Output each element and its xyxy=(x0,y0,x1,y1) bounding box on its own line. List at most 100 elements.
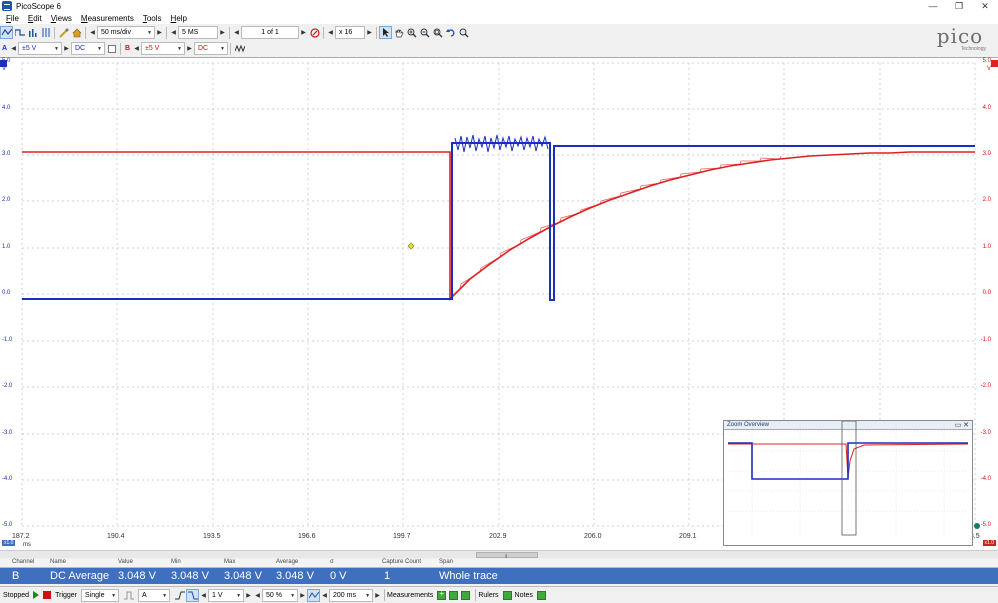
close-button[interactable]: ✕ xyxy=(972,0,998,12)
channel-a-coupling-value: DC xyxy=(75,45,86,52)
falling-edge-icon[interactable] xyxy=(186,588,200,602)
header-max: Max xyxy=(224,559,236,565)
zoom-field[interactable]: x 16 xyxy=(335,26,365,39)
y-right-tick-label: -1.0 xyxy=(980,337,991,343)
probe-icon[interactable] xyxy=(57,26,70,39)
trigger-source-select[interactable]: A ▼ xyxy=(138,588,171,602)
channel-b-range-decrease-icon[interactable]: ◀ xyxy=(132,42,141,55)
trigger-mode-select[interactable]: Single ▼ xyxy=(81,588,120,602)
hand-tool-icon[interactable] xyxy=(392,26,405,39)
channel-a-range-decrease-icon[interactable]: ◀ xyxy=(9,42,18,55)
scrollbar-thumb[interactable]: ⦀ xyxy=(476,552,538,560)
channel-b-coupling-select[interactable]: DC ▼ xyxy=(194,42,228,55)
rising-edge-icon[interactable] xyxy=(173,589,186,602)
y-tick-label: 0.0 xyxy=(2,290,11,296)
channel-a-coupling-select[interactable]: DC ▼ xyxy=(71,42,105,55)
delay-select[interactable]: 200 ms ▼ xyxy=(329,588,374,602)
channel-b-range-select[interactable]: ±5 V ▼ xyxy=(141,42,185,55)
scope-mode-icon[interactable] xyxy=(0,26,13,39)
timebase-decrease-icon[interactable]: ◀ xyxy=(88,26,97,39)
pretrigger-select[interactable]: 50 % ▼ xyxy=(262,588,299,602)
y-right-tick-label: -3.0 xyxy=(980,430,991,436)
delay-increase-icon[interactable]: ▶ xyxy=(373,589,382,602)
zoom-decrease-icon[interactable]: ◀ xyxy=(326,26,335,39)
zoom-overview-icon[interactable] xyxy=(457,26,470,39)
channel-toolbar: A ◀ ±5 V ▼ ▶ DC ▼ B ◀ ±5 V ▼ ▶ DC ▼ xyxy=(0,41,246,56)
threshold-select[interactable]: 1 V ▼ xyxy=(208,588,245,602)
menu-edit[interactable]: Edit xyxy=(28,14,42,23)
zoom-in-icon[interactable] xyxy=(405,26,418,39)
zoom-increase-icon[interactable]: ▶ xyxy=(365,26,374,39)
delete-measurement-icon[interactable] xyxy=(461,590,471,600)
capture-next-icon[interactable]: ▶ xyxy=(299,26,308,39)
header-capture-count: Capture Count xyxy=(382,559,422,565)
channel-b-range-increase-icon[interactable]: ▶ xyxy=(185,42,194,55)
post-trigger-delay-icon[interactable] xyxy=(307,588,321,602)
zoom-overview-plot[interactable] xyxy=(724,421,972,536)
buffer-navigator-icon[interactable] xyxy=(308,26,321,39)
threshold-increase-icon[interactable]: ▶ xyxy=(244,589,253,602)
chevron-down-icon: ▼ xyxy=(236,592,242,599)
channel-a-label[interactable]: A xyxy=(0,42,9,55)
capture-index-field[interactable]: 1 of 1 xyxy=(241,26,299,39)
y-tick-label: 4.0 xyxy=(2,105,11,111)
menu-help[interactable]: Help xyxy=(171,14,187,23)
pretrigger-decrease-icon[interactable]: ◀ xyxy=(253,589,262,602)
stop-icon[interactable] xyxy=(43,591,52,599)
pretrigger-increase-icon[interactable]: ▶ xyxy=(298,589,307,602)
maximize-button[interactable]: ❐ xyxy=(946,0,972,12)
add-measurement-icon[interactable] xyxy=(437,589,447,600)
math-channel-icon[interactable] xyxy=(233,42,246,55)
toolbar-separator xyxy=(85,26,86,39)
delay-decrease-icon[interactable]: ◀ xyxy=(320,589,329,602)
zoom-overview-panel[interactable]: Zoom Overview ▭ ✕ xyxy=(723,420,973,546)
minimize-button[interactable]: — xyxy=(920,0,946,12)
scope-view[interactable]: 5.0 V 4.0 3.0 2.0 1.0 0.0 -1.0 -2.0 -3.0… xyxy=(0,57,998,550)
channel-a-range-select[interactable]: ±5 V ▼ xyxy=(18,42,62,55)
menu-measurements[interactable]: Measurements xyxy=(81,14,134,23)
chevron-down-icon: ▼ xyxy=(365,592,371,599)
toolbar-separator xyxy=(54,26,55,39)
undo-zoom-icon[interactable] xyxy=(444,26,457,39)
timebase-select[interactable]: 50 ms/div ▼ xyxy=(97,26,155,39)
serial-decode-icon[interactable] xyxy=(39,26,52,39)
edit-measurement-icon[interactable] xyxy=(449,590,459,600)
x-unit-label: ms xyxy=(23,542,31,548)
zoom-window-rect[interactable] xyxy=(841,421,857,536)
channel-b-label[interactable]: B xyxy=(123,42,132,55)
samples-field[interactable]: 5 MS xyxy=(178,26,218,39)
x-scale-badge-right[interactable]: x1.0 xyxy=(982,540,996,546)
rulers-settings-icon[interactable] xyxy=(502,590,512,600)
cell-max: 3.048 V xyxy=(224,570,262,582)
table-row[interactable]: B DC Average 3.048 V 3.048 V 3.048 V 3.0… xyxy=(0,568,998,584)
status-bar: Stopped Trigger Single ▼ A ▼ ◀ 1 V ▼ ▶ ◀… xyxy=(0,586,998,603)
x-scale-badge[interactable]: x1.0 xyxy=(2,540,16,546)
axis-handle-icon[interactable] xyxy=(974,523,980,529)
horizontal-scrollbar[interactable]: ⦀ xyxy=(0,550,998,560)
zoom-fit-icon[interactable] xyxy=(431,26,444,39)
start-icon[interactable] xyxy=(33,591,40,599)
channel-b-axis-marker[interactable] xyxy=(991,60,998,67)
header-span: Span xyxy=(439,559,454,565)
pointer-tool-icon[interactable] xyxy=(379,26,392,39)
advanced-trigger-icon[interactable] xyxy=(122,589,135,602)
capture-previous-icon[interactable]: ◀ xyxy=(232,26,241,39)
timebase-increase-icon[interactable]: ▶ xyxy=(155,26,164,39)
samples-decrease-icon[interactable]: ◀ xyxy=(169,26,178,39)
spectrum-mode-icon[interactable] xyxy=(26,26,39,39)
home-icon[interactable] xyxy=(70,26,83,39)
channel-a-options-icon[interactable] xyxy=(105,42,118,55)
chevron-down-icon: ▼ xyxy=(162,592,168,599)
threshold-decrease-icon[interactable]: ◀ xyxy=(199,589,208,602)
menu-file[interactable]: File xyxy=(6,14,19,23)
chevron-down-icon: ▼ xyxy=(290,592,296,599)
channel-a-range-increase-icon[interactable]: ▶ xyxy=(62,42,71,55)
persistence-mode-icon[interactable] xyxy=(13,26,26,39)
title-bar: PicoScope 6 — ❐ ✕ xyxy=(0,0,998,12)
zoom-out-icon[interactable] xyxy=(418,26,431,39)
samples-increase-icon[interactable]: ▶ xyxy=(218,26,227,39)
menu-tools[interactable]: Tools xyxy=(143,14,162,23)
x-tick-label: 196.6 xyxy=(298,533,316,540)
menu-views[interactable]: Views xyxy=(51,14,72,23)
notes-toggle-icon[interactable] xyxy=(536,590,546,600)
